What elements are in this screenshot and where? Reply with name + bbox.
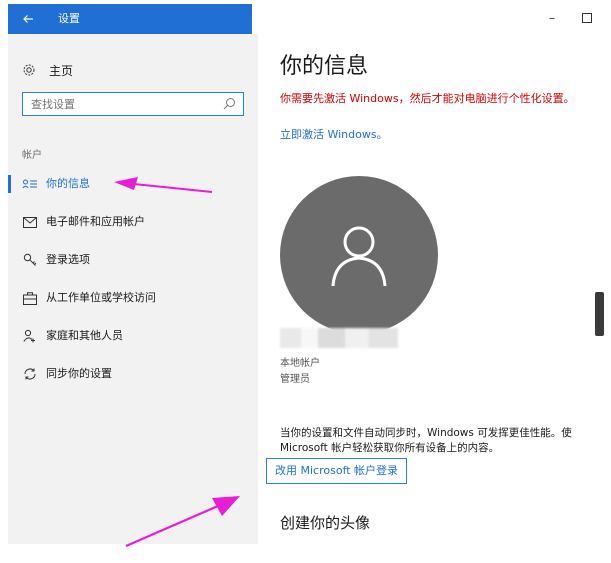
- account-type: 本地帐户: [280, 358, 320, 369]
- sync-description-line: 当你的设置和文件自动同步时，Windows 可发挥更佳性能。使: [280, 427, 572, 439]
- person-add-icon: [22, 328, 38, 344]
- sync-description-line: Microsoft 帐户轻松获取你所有设备上的内容。: [280, 442, 500, 454]
- sidebar-item-sign-in-options[interactable]: 登录选项: [8, 248, 258, 272]
- create-avatar-heading: 创建你的头像: [280, 514, 371, 532]
- sidebar-item-your-info[interactable]: 你的信息: [8, 172, 258, 196]
- briefcase-icon: [22, 290, 38, 306]
- sidebar-item-label: 家庭和其他人员: [46, 329, 123, 342]
- avatar: [280, 176, 438, 334]
- section-label-accounts: 帐户: [22, 150, 42, 161]
- sidebar-home-label: 主页: [49, 63, 74, 78]
- window-title: 设置: [58, 12, 80, 25]
- sidebar-item-email-accounts[interactable]: 电子邮件和应用帐户: [8, 210, 258, 234]
- edge-handle[interactable]: [595, 292, 604, 336]
- sync-icon: [22, 366, 38, 382]
- sidebar-item-label: 电子邮件和应用帐户: [46, 215, 145, 228]
- sync-description: 当你的设置和文件自动同步时，Windows 可发挥更佳性能。使 Microsof…: [280, 426, 604, 456]
- page-title: 你的信息: [280, 54, 369, 79]
- sidebar-item-family[interactable]: 家庭和其他人员: [8, 324, 258, 348]
- gear-icon: [23, 64, 35, 76]
- sidebar: 主页 帐户 你的信息: [8, 34, 258, 544]
- search-input[interactable]: [23, 93, 229, 116]
- sidebar-item-label: 你的信息: [46, 177, 90, 190]
- activation-warning: 你需要先激活 Windows，然后才能对电脑进行个性化设置。: [280, 92, 575, 105]
- redacted-username: [280, 328, 398, 348]
- title-bar: 设置 –: [8, 4, 604, 35]
- microsoft-account-link[interactable]: 改用 Microsoft 帐户登录: [266, 458, 408, 484]
- settings-window: 设置 – 主页 帐户: [8, 4, 604, 544]
- active-indicator: [8, 175, 11, 193]
- account-role: 管理员: [280, 374, 310, 385]
- key-icon: [22, 252, 38, 268]
- sidebar-item-label: 从工作单位或学校访问: [46, 291, 156, 304]
- back-button[interactable]: [8, 4, 48, 34]
- sidebar-home[interactable]: 主页: [22, 60, 73, 80]
- mail-icon: [22, 214, 38, 230]
- sidebar-item-work-school[interactable]: 从工作单位或学校访问: [8, 286, 258, 310]
- minimize-button[interactable]: –: [544, 11, 560, 27]
- person-card-icon: [22, 176, 38, 192]
- arrow-left-icon: [23, 15, 33, 23]
- user-icon: [331, 226, 387, 287]
- sidebar-item-label: 登录选项: [46, 253, 90, 266]
- maximize-button[interactable]: [582, 13, 592, 23]
- sidebar-item-label: 同步你的设置: [46, 367, 112, 380]
- search-box[interactable]: [22, 92, 244, 116]
- search-icon[interactable]: [221, 96, 237, 112]
- activate-windows-link[interactable]: 立即激活 Windows。: [280, 126, 388, 142]
- sidebar-item-sync[interactable]: 同步你的设置: [8, 362, 258, 386]
- main-content: 你的信息 你需要先激活 Windows，然后才能对电脑进行个性化设置。 立即激活…: [258, 34, 604, 544]
